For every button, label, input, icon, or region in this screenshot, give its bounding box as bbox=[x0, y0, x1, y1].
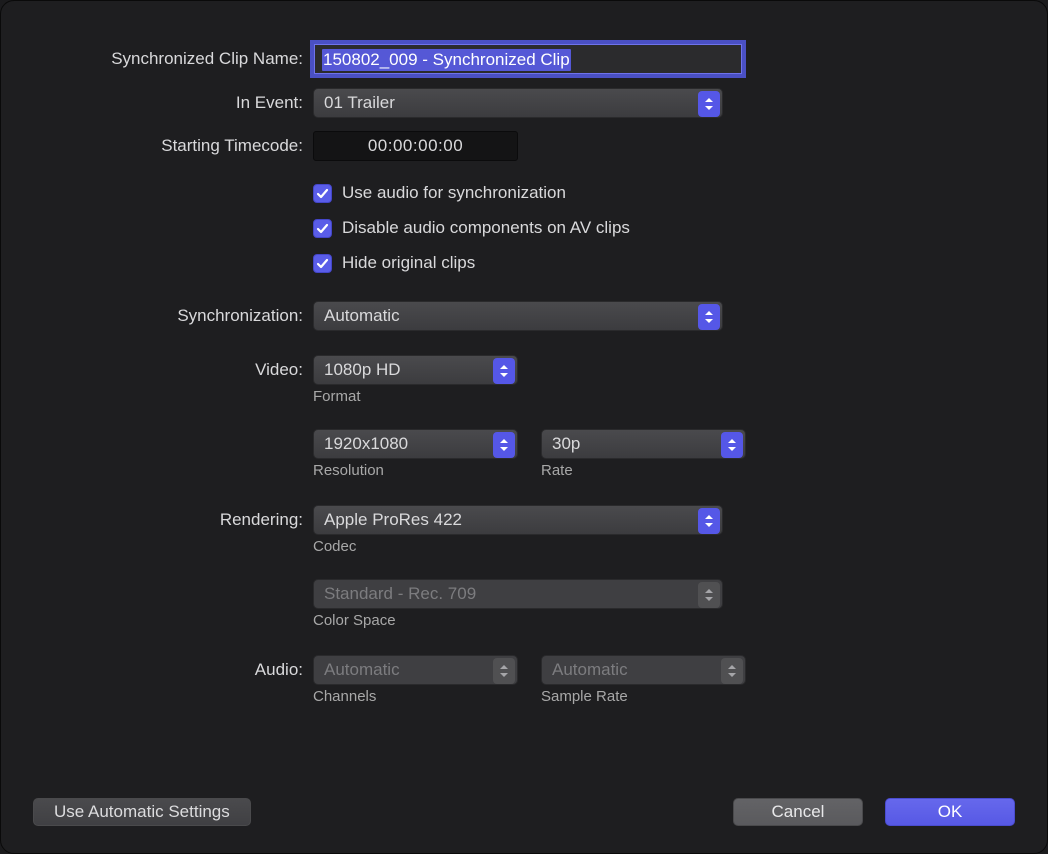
caption-format: Format bbox=[313, 388, 361, 405]
caption-rate: Rate bbox=[541, 462, 746, 479]
in-event-value: 01 Trailer bbox=[324, 93, 395, 113]
checkbox-use-audio-label: Use audio for synchronization bbox=[342, 183, 566, 203]
clip-name-value: 150802_009 - Synchronized Clip bbox=[322, 49, 571, 71]
cancel-button[interactable]: Cancel bbox=[733, 798, 863, 826]
label-starting-tc: Starting Timecode: bbox=[1, 136, 313, 156]
checkbox-use-audio[interactable] bbox=[313, 184, 332, 203]
audio-samplerate-value: Automatic bbox=[552, 660, 628, 680]
synchronization-popup[interactable]: Automatic bbox=[313, 301, 723, 331]
video-resolution-value: 1920x1080 bbox=[324, 434, 408, 454]
dialog-footer: Use Automatic Settings Cancel OK bbox=[1, 795, 1047, 829]
checkbox-disable-av-label: Disable audio components on AV clips bbox=[342, 218, 630, 238]
synchronize-clips-dialog: Synchronized Clip Name: 150802_009 - Syn… bbox=[0, 0, 1048, 854]
video-rate-value: 30p bbox=[552, 434, 580, 454]
rendering-colorspace-popup[interactable]: Standard - Rec. 709 bbox=[313, 579, 723, 609]
use-automatic-settings-button[interactable]: Use Automatic Settings bbox=[33, 798, 251, 826]
audio-channels-popup[interactable]: Automatic bbox=[313, 655, 518, 685]
video-format-value: 1080p HD bbox=[324, 360, 401, 380]
video-resolution-popup[interactable]: 1920x1080 bbox=[313, 429, 518, 459]
caption-sample-rate: Sample Rate bbox=[541, 688, 746, 705]
label-in-event: In Event: bbox=[1, 93, 313, 113]
rendering-colorspace-value: Standard - Rec. 709 bbox=[324, 584, 476, 604]
audio-samplerate-popup[interactable]: Automatic bbox=[541, 655, 746, 685]
updown-icon bbox=[493, 358, 515, 384]
ok-button[interactable]: OK bbox=[885, 798, 1015, 826]
checkbox-disable-av[interactable] bbox=[313, 219, 332, 238]
label-synchronization: Synchronization: bbox=[1, 306, 313, 326]
in-event-popup[interactable]: 01 Trailer bbox=[313, 88, 723, 118]
label-video: Video: bbox=[1, 355, 313, 380]
clip-name-input[interactable]: 150802_009 - Synchronized Clip bbox=[313, 43, 743, 75]
updown-icon bbox=[721, 658, 743, 684]
checkbox-hide-original-label: Hide original clips bbox=[342, 253, 475, 273]
checkbox-hide-original[interactable] bbox=[313, 254, 332, 273]
updown-icon bbox=[721, 432, 743, 458]
caption-channels: Channels bbox=[313, 688, 518, 705]
video-rate-popup[interactable]: 30p bbox=[541, 429, 746, 459]
updown-icon bbox=[698, 508, 720, 534]
updown-icon bbox=[698, 91, 720, 117]
video-format-popup[interactable]: 1080p HD bbox=[313, 355, 518, 385]
label-clip-name: Synchronized Clip Name: bbox=[1, 49, 313, 69]
rendering-codec-value: Apple ProRes 422 bbox=[324, 510, 462, 530]
starting-timecode-input[interactable]: 00:00:00:00 bbox=[313, 131, 518, 161]
checkbox-group: Use audio for synchronization Disable au… bbox=[313, 181, 630, 275]
rendering-codec-popup[interactable]: Apple ProRes 422 bbox=[313, 505, 723, 535]
caption-resolution: Resolution bbox=[313, 462, 518, 479]
caption-codec: Codec bbox=[313, 538, 356, 555]
updown-icon bbox=[698, 582, 720, 608]
updown-icon bbox=[493, 432, 515, 458]
form: Synchronized Clip Name: 150802_009 - Syn… bbox=[1, 43, 1047, 707]
synchronization-value: Automatic bbox=[324, 306, 400, 326]
updown-icon bbox=[698, 304, 720, 330]
label-audio: Audio: bbox=[1, 655, 313, 680]
updown-icon bbox=[493, 658, 515, 684]
caption-color-space: Color Space bbox=[313, 612, 723, 629]
audio-channels-value: Automatic bbox=[324, 660, 400, 680]
label-rendering: Rendering: bbox=[1, 505, 313, 530]
starting-tc-value: 00:00:00:00 bbox=[368, 136, 463, 156]
